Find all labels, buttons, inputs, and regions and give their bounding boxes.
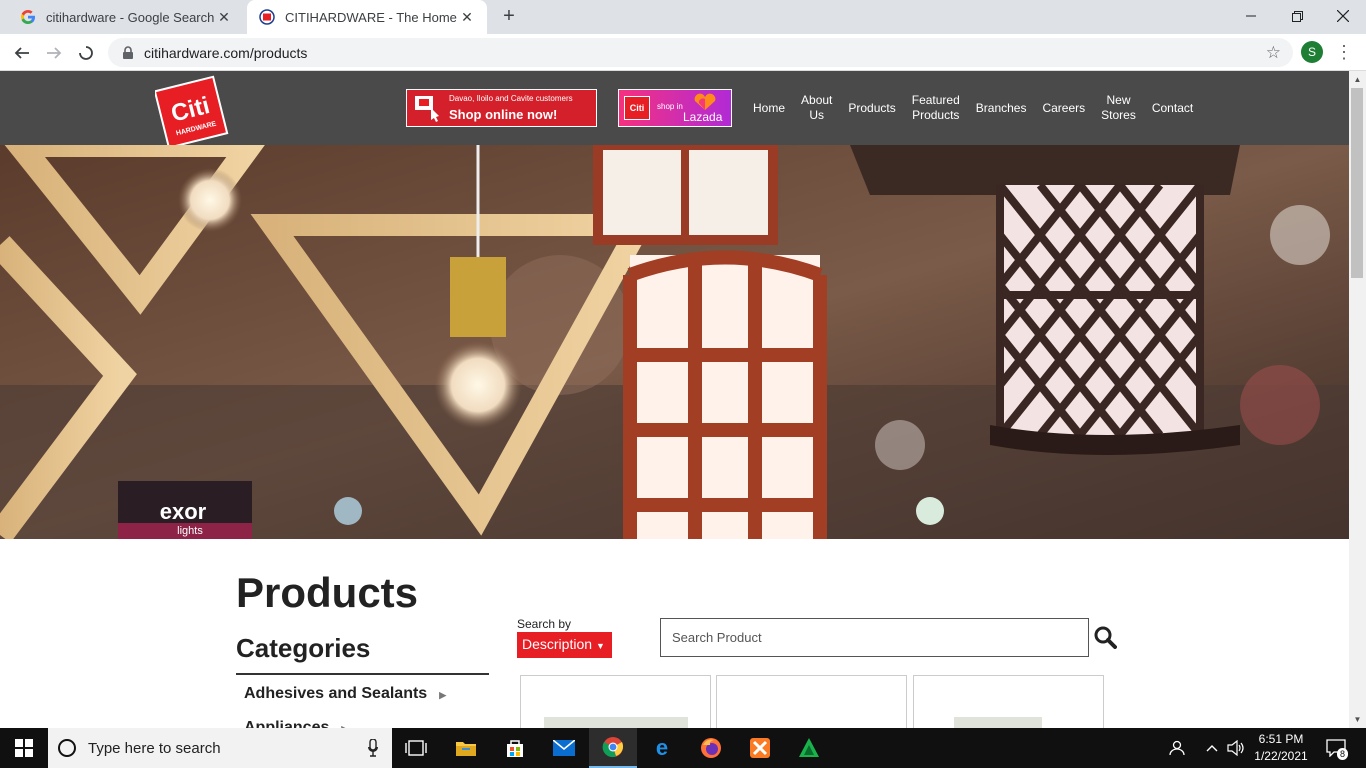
bookmark-star-icon[interactable]: ☆ [1266, 43, 1281, 63]
notification-center-icon[interactable]: 8 [1320, 728, 1352, 768]
lazada-banner[interactable]: Citi shop in Lazada [618, 89, 732, 127]
browser-tab-citihardware[interactable]: CITIHARDWARE - The Home Imp ✕ [247, 0, 487, 34]
hero-banner-image: exor lights [0, 145, 1349, 539]
scroll-down-icon[interactable]: ▼ [1349, 711, 1366, 728]
svg-text:e: e [656, 737, 668, 759]
people-icon[interactable] [1164, 728, 1190, 768]
nav-home[interactable]: Home [745, 101, 793, 116]
category-label: Adhesives and Sealants [244, 685, 428, 702]
lazada-heading: Lazada [683, 110, 723, 124]
lazada-caption: shop in [657, 102, 683, 111]
lazada-heart-icon [694, 93, 716, 110]
firefox-icon[interactable] [687, 728, 735, 768]
citi-hardware-logo[interactable]: Citi HARDWARE [153, 75, 229, 149]
website-viewport: Citi HARDWARE Davao, Iloilo and Cavite c… [0, 71, 1349, 728]
categories-divider [236, 673, 489, 675]
shop-online-caption: Davao, Iloilo and Cavite customers [449, 94, 573, 103]
clock-date: 1/22/2021 [1254, 749, 1308, 763]
browser-toolbar: citihardware.com/products ☆ S ⋮ [0, 34, 1366, 71]
nav-products[interactable]: Products [840, 101, 903, 116]
page-title: Products [236, 569, 419, 616]
back-arrow-icon[interactable] [9, 40, 35, 66]
chevron-up-icon[interactable] [1202, 728, 1222, 768]
lazada-citi-logo: Citi [624, 96, 650, 120]
forward-arrow-icon[interactable] [41, 40, 67, 66]
product-image [544, 717, 688, 728]
browser-tab-strip: citihardware - Google Search ✕ CITIHARDW… [0, 0, 1366, 34]
minimize-icon[interactable] [1228, 0, 1274, 32]
cortana-icon [58, 739, 76, 757]
nav-contact[interactable]: Contact [1144, 101, 1201, 116]
profile-avatar[interactable]: S [1301, 41, 1323, 63]
exor-sign-sub: lights [177, 525, 203, 537]
scrollbar-thumb[interactable] [1351, 88, 1363, 278]
product-card[interactable] [913, 675, 1104, 728]
close-tab-icon[interactable]: ✕ [216, 9, 232, 26]
file-explorer-icon[interactable] [442, 728, 490, 768]
category-item[interactable]: Adhesives and Sealants ▶ [244, 685, 446, 703]
main-nav: Home About Us Products Featured Products… [745, 71, 1201, 145]
scroll-up-icon[interactable]: ▲ [1349, 71, 1366, 88]
caret-down-icon: ▼ [596, 641, 605, 651]
task-view-icon[interactable] [392, 728, 440, 768]
search-by-value: Description [522, 636, 593, 652]
mail-icon[interactable] [540, 728, 588, 768]
product-card[interactable] [716, 675, 907, 728]
notification-count-badge: 8 [1337, 748, 1349, 760]
caret-right-icon: ▶ [439, 690, 447, 700]
nav-careers[interactable]: Careers [1034, 101, 1093, 116]
nav-about-us[interactable]: About Us [793, 93, 840, 123]
close-tab-icon[interactable]: ✕ [459, 9, 475, 26]
taskbar-search-placeholder: Type here to search [88, 739, 221, 757]
search-by-dropdown[interactable]: Description ▼ [517, 632, 612, 658]
url-text: citihardware.com/products [144, 44, 308, 61]
category-label: Appliances [244, 719, 330, 728]
clock-time: 6:51 PM [1258, 732, 1304, 746]
page-scrollbar[interactable]: ▲ ▼ [1349, 71, 1366, 728]
product-image [954, 717, 1042, 728]
edge-icon[interactable]: e [638, 728, 686, 768]
browser-tab-google-search[interactable]: citihardware - Google Search ✕ [8, 0, 244, 34]
restore-icon[interactable] [1274, 0, 1320, 32]
taskbar-search-box[interactable]: Type here to search [48, 728, 392, 768]
taskbar-clock[interactable]: 6:51 PM 1/22/2021 [1250, 731, 1312, 765]
citihardware-favicon [259, 9, 275, 25]
search-icon[interactable] [1093, 625, 1117, 649]
tab-title: CITIHARDWARE - The Home Imp [285, 9, 459, 25]
xampp-icon[interactable] [736, 728, 784, 768]
green-app-icon[interactable] [785, 728, 833, 768]
products-section: Products Categories Adhesives and Sealan… [0, 539, 1349, 728]
stop-loading-icon[interactable] [73, 40, 99, 66]
product-card[interactable] [520, 675, 711, 728]
microphone-icon[interactable] [368, 738, 378, 757]
shop-online-heading: Shop online now! [449, 107, 558, 122]
nav-new-stores[interactable]: New Stores [1093, 93, 1144, 123]
google-icon [20, 9, 36, 25]
address-bar[interactable]: citihardware.com/products ☆ [108, 38, 1293, 67]
search-by-label: Search by [517, 617, 572, 631]
chrome-icon[interactable] [589, 728, 637, 768]
store-icon[interactable] [491, 728, 539, 768]
tab-title: citihardware - Google Search [46, 9, 215, 25]
lock-icon [122, 45, 136, 60]
search-product-input[interactable] [660, 618, 1089, 657]
exor-sign-brand: exor [160, 499, 207, 524]
nav-featured-products[interactable]: Featured Products [904, 93, 968, 123]
nav-branches[interactable]: Branches [968, 101, 1035, 116]
windows-taskbar: Type here to search e 6:51 PM 1/22/2021 … [0, 728, 1366, 768]
category-item[interactable]: Appliances▶ [244, 719, 348, 728]
site-header: Citi HARDWARE Davao, Iloilo and Cavite c… [0, 71, 1349, 149]
windows-start-icon[interactable] [0, 728, 48, 768]
browser-menu-icon[interactable]: ⋮ [1334, 41, 1354, 63]
close-icon[interactable] [1320, 0, 1366, 32]
categories-heading: Categories [236, 633, 371, 663]
volume-icon[interactable] [1224, 728, 1248, 768]
shop-online-banner[interactable]: Davao, Iloilo and Cavite customers Shop … [406, 89, 597, 127]
new-tab-button[interactable]: + [498, 5, 520, 27]
cart-cursor-icon [415, 96, 439, 122]
